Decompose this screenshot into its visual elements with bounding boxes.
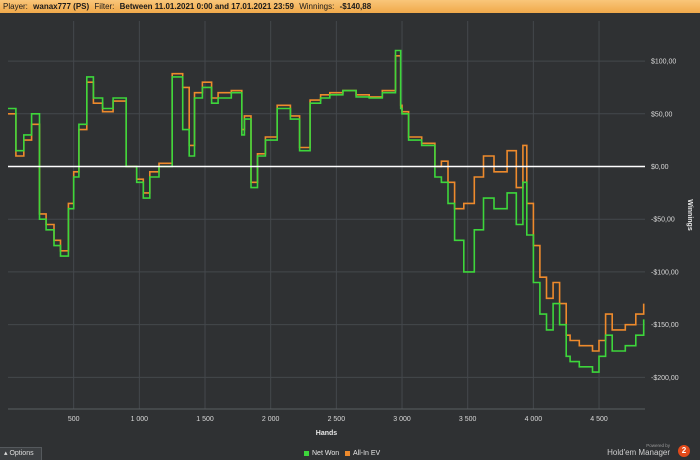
x-tick-label: 3 000: [393, 416, 411, 423]
winnings-value: -$140,88: [339, 2, 372, 11]
net-won-swatch: [304, 450, 309, 456]
x-tick-label: 2 500: [328, 416, 346, 423]
brand-badge-icon: 2: [678, 445, 690, 457]
hem-graph-window: Player: wanax777 (PS) Filter: Between 11…: [0, 0, 700, 460]
winnings-chart: 500 1 000 1 500 2 000 2 500 3 000 3 500 4 000 4 …: [8, 21, 693, 437]
chevron-up-icon: ▴: [4, 450, 8, 457]
options-button[interactable]: ▴ Options: [0, 447, 42, 460]
y-tick-label: -$150,00: [651, 322, 679, 329]
options-label: Options: [9, 450, 34, 457]
y-axis-label: Winnings: [686, 199, 693, 231]
legend-allin-ev-label: All-In EV: [353, 450, 381, 457]
legend-net-won-label: Net Won: [312, 450, 340, 457]
legend-item-net-won: Net Won: [304, 447, 339, 460]
winnings-label: Winnings:: [299, 2, 335, 11]
legend-item-allin-ev: All-In EV: [345, 447, 380, 460]
y-tick-label: $50,00: [651, 111, 673, 118]
y-tick-label: -$100,00: [651, 269, 679, 276]
brand-logo: Powered by Hold'em Manager 2: [607, 443, 690, 459]
filter-value: Between 11.01.2021 0:00 and 17.01.2021 2…: [119, 2, 294, 11]
x-tick-label: 1 000: [131, 416, 149, 423]
x-tick-label: 4 500: [590, 416, 608, 423]
x-tick-label: 500: [68, 416, 80, 423]
y-tick-label: -$50,00: [651, 217, 675, 224]
y-tick-label: $0,00: [651, 164, 669, 171]
player-value: wanax777 (PS): [33, 2, 90, 11]
plot-area: [8, 21, 645, 409]
x-axis-label: Hands: [316, 430, 338, 437]
x-tick-label: 1 500: [196, 416, 214, 423]
player-label: Player:: [3, 2, 28, 11]
x-tick-label: 2 000: [262, 416, 280, 423]
y-tick-label: $100,00: [651, 59, 676, 66]
x-tick-label: 3 500: [459, 416, 477, 423]
x-tick-label: 4 000: [525, 416, 543, 423]
filter-label: Filter:: [94, 2, 115, 11]
brand-name: Hold'em Manager: [607, 448, 670, 457]
report-header-bar: Player: wanax777 (PS) Filter: Between 11…: [0, 0, 700, 13]
chart-legend: Net Won All-In EV: [0, 447, 700, 460]
y-tick-label: -$200,00: [651, 375, 679, 382]
allin-ev-swatch: [345, 450, 350, 456]
